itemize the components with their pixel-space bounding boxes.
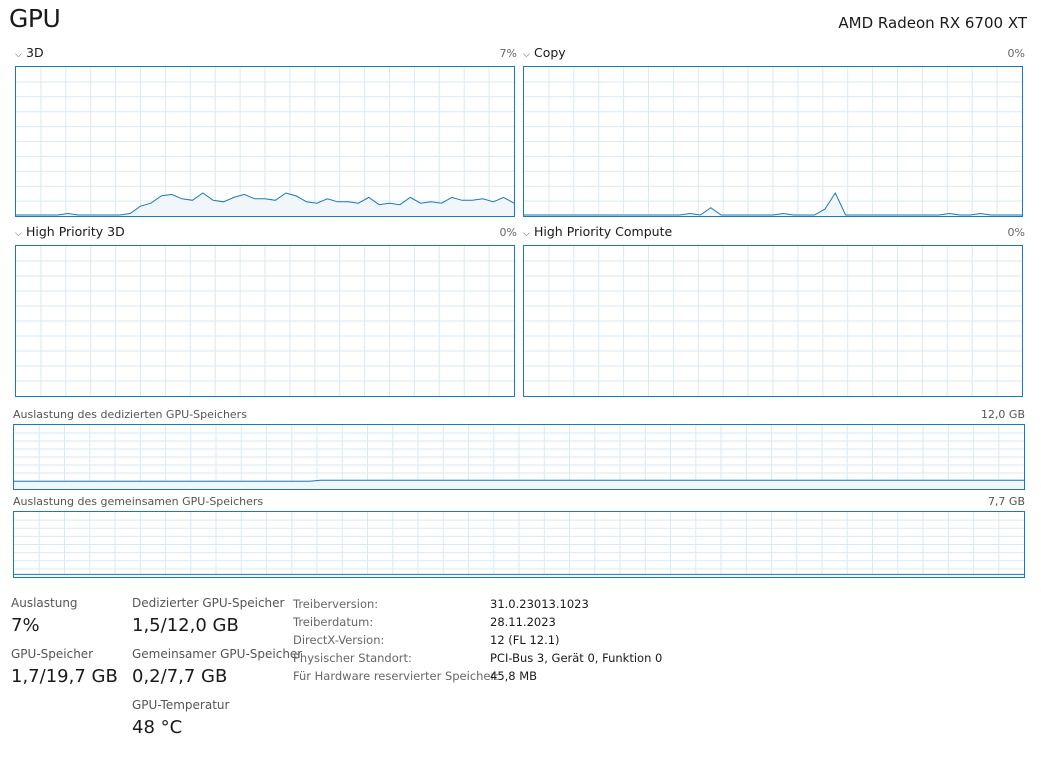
gpu-memory-value: 1,7/19,7 GB <box>11 666 118 687</box>
chevron-down-icon[interactable]: ⌵ <box>15 229 26 239</box>
engine-percent: 0% <box>1007 226 1025 239</box>
driver-date-key: Treiberdatum: <box>293 615 374 629</box>
engine-percent: 7% <box>499 47 517 60</box>
directx-version-key: DirectX-Version: <box>293 633 385 647</box>
page-title: GPU <box>9 4 61 33</box>
dedicated-memory-graph <box>13 424 1025 490</box>
graph-svg <box>16 246 514 396</box>
driver-date-value: 28.11.2023 <box>490 615 556 629</box>
shared-memory-graph <box>13 511 1025 578</box>
reserved-memory-key: Für Hardware reservierter Speicher: <box>293 669 499 683</box>
engine-graph-high-priority-compute <box>523 245 1023 397</box>
graph-svg <box>524 246 1022 396</box>
reserved-memory-value: 45,8 MB <box>490 669 538 683</box>
device-name: AMD Radeon RX 6700 XT <box>838 14 1027 32</box>
engine-label: High Priority Compute <box>534 224 673 239</box>
usage-label: Auslastung <box>11 596 78 610</box>
engine-graph-high-priority-3d <box>15 245 515 397</box>
physical-location-value: PCI-Bus 3, Gerät 0, Funktion 0 <box>490 651 663 665</box>
engine-percent: 0% <box>1007 47 1025 60</box>
engine-label: 3D <box>26 45 44 60</box>
graph-svg <box>524 67 1022 216</box>
engine-selector-3d[interactable]: ⌵ 3D <box>15 45 44 60</box>
shared-memory-value: 0,2/7,7 GB <box>132 666 228 687</box>
graph-svg <box>14 425 1024 489</box>
dedicated-memory-label: Dedizierter GPU-Speicher <box>132 596 285 610</box>
engine-graph-3d <box>15 66 515 217</box>
engine-selector-high-priority-3d[interactable]: ⌵ High Priority 3D <box>15 224 125 239</box>
graph-svg <box>14 512 1024 577</box>
engine-graph-copy <box>523 66 1023 217</box>
chevron-down-icon[interactable]: ⌵ <box>523 50 534 60</box>
gpu-memory-label: GPU-Speicher <box>11 647 94 661</box>
shared-memory-title: Auslastung des gemeinsamen GPU-Speichers <box>13 495 264 508</box>
engine-selector-high-priority-compute[interactable]: ⌵ High Priority Compute <box>523 224 672 239</box>
engine-percent: 0% <box>499 226 517 239</box>
engine-selector-copy[interactable]: ⌵ Copy <box>523 45 566 60</box>
dedicated-memory-value: 1,5/12,0 GB <box>132 615 239 636</box>
shared-memory-label: Gemeinsamer GPU-Speicher <box>132 647 303 661</box>
usage-value: 7% <box>11 615 40 636</box>
dedicated-memory-max: 12,0 GB <box>980 408 1025 421</box>
dedicated-memory-title: Auslastung des dedizierten GPU-Speichers <box>13 408 247 421</box>
graph-svg <box>16 67 514 216</box>
chevron-down-icon[interactable]: ⌵ <box>15 50 26 60</box>
driver-version-value: 31.0.23013.1023 <box>490 597 589 611</box>
chevron-down-icon[interactable]: ⌵ <box>523 229 534 239</box>
engine-label: Copy <box>534 45 566 60</box>
gpu-temperature-value: 48 °C <box>132 717 183 738</box>
physical-location-key: Physischer Standort: <box>293 651 412 665</box>
gpu-temperature-label: GPU-Temperatur <box>132 698 230 712</box>
shared-memory-max: 7,7 GB <box>987 495 1025 508</box>
engine-label: High Priority 3D <box>26 224 125 239</box>
directx-version-value: 12 (FL 12.1) <box>490 633 560 647</box>
driver-version-key: Treiberversion: <box>293 597 379 611</box>
